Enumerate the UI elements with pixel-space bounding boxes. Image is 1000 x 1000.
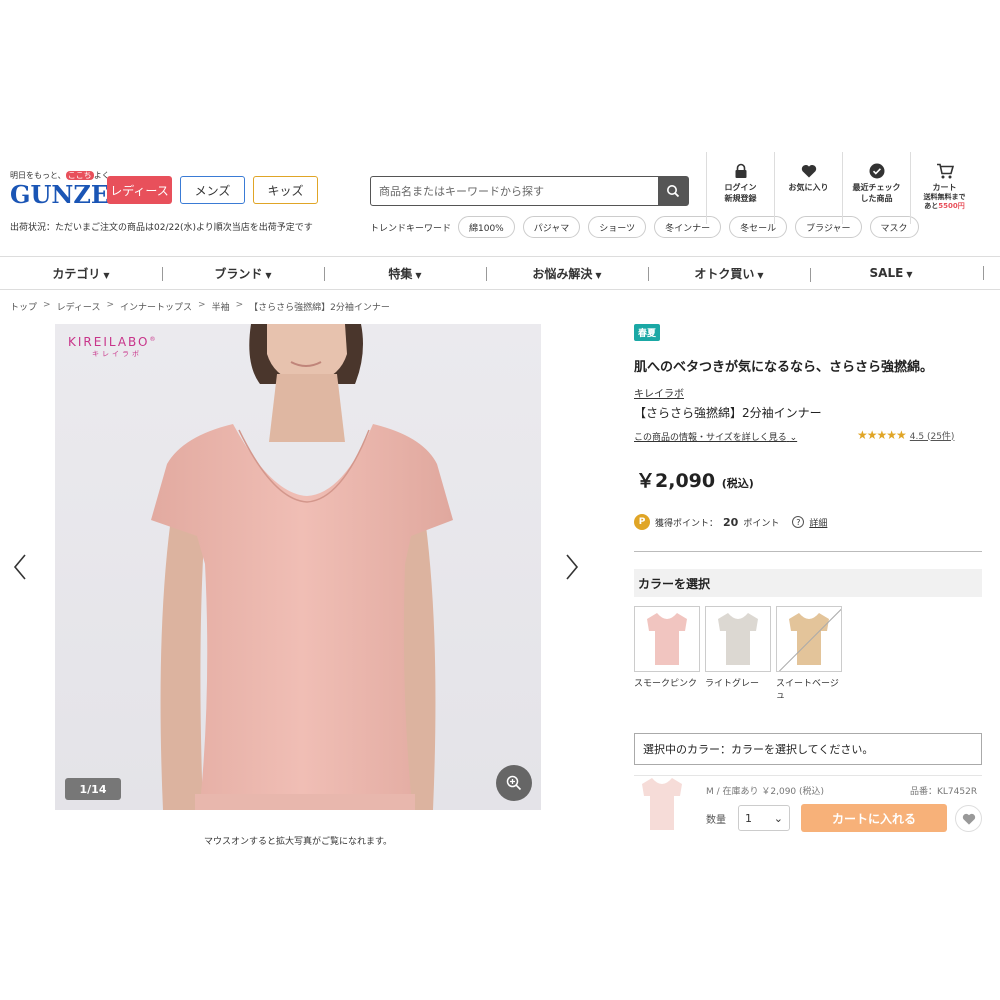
gender-kids-button[interactable]: キッズ	[253, 176, 318, 204]
season-badge: 春夏	[634, 324, 661, 341]
nav-feature[interactable]: 特集 ▼	[324, 265, 486, 282]
zoom-hint: マウスオンすると拡大写真がご覧になれます。	[203, 837, 393, 847]
selected-color-display: 選択中のカラー：カラーを選択してください。	[634, 733, 982, 765]
nav-brand[interactable]: ブランド ▼	[162, 265, 324, 282]
trend-chip[interactable]: パジャマ	[522, 216, 581, 238]
divider	[634, 551, 982, 552]
divider	[634, 775, 982, 776]
gender-ladies-button[interactable]: レディース	[107, 176, 172, 204]
cart-icon	[936, 163, 954, 179]
free-shipping-note: 送料無料まで あと5500円	[923, 193, 966, 210]
breadcrumb-link[interactable]: レディース	[57, 300, 101, 313]
points-icon: P	[634, 514, 650, 530]
check-circle-icon	[869, 163, 884, 179]
quantity-label: 数量	[706, 815, 726, 826]
product-catchphrase: 肌へのベタつきが気になるなら、さらさら強撚綿。	[634, 360, 934, 375]
rating-link[interactable]: 4.5 (25件)	[910, 429, 955, 442]
color-swatch-list: スモークピンク ライトグレー スイートベージュ	[634, 606, 842, 702]
search-input[interactable]	[371, 177, 658, 205]
chevron-down-icon: ⌄	[789, 433, 798, 443]
sku-info: M / 在庫あり ￥2,090 (税込)	[706, 787, 825, 797]
breadcrumb-link[interactable]: トップ	[10, 300, 37, 313]
points-info: P 獲得ポイント： 20 ポイント ? 詳細	[634, 514, 827, 530]
sku-number: 品番：KL7452R	[910, 787, 978, 797]
chevron-left-icon	[13, 554, 26, 580]
search-icon	[667, 185, 680, 198]
recent-items-label: 最近チェック した商品	[852, 183, 901, 203]
zoom-in-icon	[506, 775, 522, 791]
rating-stars: ★★★★★	[857, 428, 907, 442]
gender-mens-button[interactable]: メンズ	[180, 176, 245, 204]
favorites-button[interactable]: お気に入り	[774, 152, 842, 224]
sku-image	[642, 778, 682, 830]
cart-label: カート	[932, 183, 957, 192]
swatch-image	[718, 613, 758, 665]
zoom-button[interactable]	[496, 765, 532, 801]
color-swatch-sweet-beige[interactable]: スイートベージュ	[776, 606, 842, 702]
lock-icon	[735, 163, 746, 178]
product-price: ￥2,090 (税込)	[636, 470, 754, 492]
add-to-cart-button[interactable]: カートに入れる	[801, 804, 947, 832]
heart-icon	[962, 813, 975, 825]
header-icon-group: ログイン 新規登録 お気に入り 最近チェック した商品 カート 送料無料まで あと…	[706, 152, 978, 224]
brand-link[interactable]: キレイラボ	[634, 385, 684, 400]
prev-image-button[interactable]	[8, 552, 32, 582]
add-favorite-button[interactable]	[955, 805, 982, 832]
color-swatch-smoke-pink[interactable]: スモークピンク	[634, 606, 700, 702]
recent-items-button[interactable]: 最近チェック した商品	[842, 152, 910, 224]
points-detail-link[interactable]: 詳細	[809, 516, 827, 529]
sku-thumbnail	[640, 776, 684, 832]
nav-deals[interactable]: オトク買い ▼	[648, 265, 810, 282]
shipping-status: 出荷状況：ただいまご注文の商品は02/22(水)より順次当店を出荷予定です	[10, 223, 313, 233]
search-bar	[370, 176, 689, 206]
help-icon: ?	[792, 516, 805, 528]
color-swatch-light-gray[interactable]: ライトグレー	[705, 606, 771, 702]
color-select-heading: カラーを選択	[634, 569, 982, 597]
search-button[interactable]	[658, 177, 688, 205]
favorites-label: お気に入り	[788, 183, 829, 192]
cart-button[interactable]: カート 送料無料まで あと5500円	[910, 152, 978, 224]
heart-icon	[801, 164, 816, 178]
nav-category[interactable]: カテゴリ ▼	[0, 265, 162, 282]
global-nav: カテゴリ ▼ ブランド ▼ 特集 ▼ お悩み解決 ▼ オトク買い ▼ SALE ▼	[0, 256, 1000, 290]
chevron-right-icon	[566, 554, 579, 580]
breadcrumb-link[interactable]: 半袖	[212, 300, 230, 313]
trend-chip[interactable]: 綿100%	[458, 216, 515, 238]
chevron-down-icon: ⌄	[773, 811, 783, 825]
kireilabo-logo: KIREILABO®	[68, 335, 158, 349]
breadcrumb-current: 【さらさら強撚綿】2分袖インナー	[249, 303, 390, 313]
swatch-label: スモークピンク	[634, 679, 698, 689]
nav-solutions[interactable]: お悩み解決 ▼	[486, 265, 648, 282]
quantity-select[interactable]: 1 ⌄	[738, 805, 790, 831]
product-main-image[interactable]	[55, 324, 541, 810]
swatch-label: スイートベージュ	[776, 679, 839, 701]
login-button[interactable]: ログイン 新規登録	[706, 152, 774, 224]
image-counter: 1/14	[65, 778, 121, 800]
trend-keyword-label: トレンドキーワード	[370, 224, 452, 234]
gunze-logo[interactable]: GUNZE	[10, 180, 109, 209]
kireilabo-logo-sub: キレイラボ	[92, 350, 142, 358]
breadcrumb-link[interactable]: インナートップス	[120, 300, 192, 313]
product-info-link[interactable]: この商品の情報・サイズを詳しく見る ⌄	[634, 430, 797, 443]
next-image-button[interactable]	[560, 552, 584, 582]
rating[interactable]: ★★★★★ 4.5 (25件)	[857, 428, 954, 442]
swatch-image	[647, 613, 687, 665]
login-label: ログイン 新規登録	[724, 183, 757, 203]
trend-chip[interactable]: ショーツ	[588, 216, 647, 238]
product-name: 【さらさら強撚綿】2分袖インナー	[634, 406, 822, 420]
nav-sale[interactable]: SALE ▼	[810, 266, 972, 282]
model-photo	[55, 324, 541, 810]
breadcrumb: トップ > レディース > インナートップス > 半袖 > 【さらさら強撚綿】2分袖イン…	[10, 300, 390, 313]
swatch-label: ライトグレー	[705, 679, 760, 689]
nav-divider	[983, 266, 984, 280]
